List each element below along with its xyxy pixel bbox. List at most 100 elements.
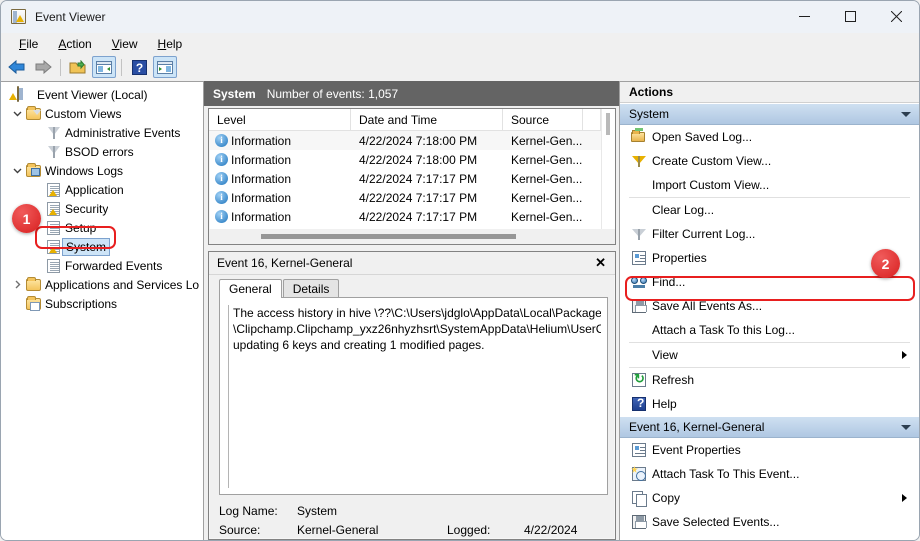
tree-label: Application: [65, 182, 124, 197]
action-attach-a-task-to-this-log[interactable]: Attach a Task To this Log...: [620, 318, 919, 342]
action-event-properties[interactable]: Event Properties: [620, 438, 919, 462]
actions-group-title: Event 16, Kernel-General: [629, 420, 765, 434]
list-header-count: Number of events: 1,057: [266, 86, 399, 101]
action-create-custom-view[interactable]: Create Custom View...: [620, 149, 919, 173]
action-open-saved-log[interactable]: Open Saved Log...: [620, 125, 919, 149]
column-header-date-and-time[interactable]: Date and Time: [351, 109, 503, 130]
tab-details[interactable]: Details: [282, 279, 340, 298]
source-label: Source:: [219, 522, 261, 537]
chevron-down-icon[interactable]: [9, 109, 25, 118]
table-row[interactable]: i Information 4/22/2024 7:17:17 PM Kerne…: [209, 188, 601, 207]
action-label: Open Saved Log...: [652, 130, 753, 144]
column-header-extra[interactable]: [583, 109, 601, 130]
information-icon: i: [215, 134, 228, 147]
action-filter-current-log[interactable]: Filter Current Log...: [620, 222, 919, 246]
tree-item-subscriptions[interactable]: Subscriptions: [1, 294, 203, 313]
logged-label: Logged:: [447, 522, 491, 537]
action-view[interactable]: View: [620, 343, 919, 367]
cell-source: Kernel-Gen...: [511, 152, 583, 167]
table-row[interactable]: i Information 4/22/2024 7:17:17 PM Kerne…: [209, 207, 601, 226]
triangle-up-icon[interactable]: [901, 111, 911, 117]
action-clear-log[interactable]: Clear Log...: [620, 198, 919, 222]
tree-item-application[interactable]: Application: [1, 180, 203, 199]
forward-icon[interactable]: [31, 56, 55, 78]
subscriptions-folder-icon: [25, 295, 42, 312]
action-import-custom-view[interactable]: Import Custom View...: [620, 173, 919, 197]
event-viewer-window: Event Viewer File Action View Help ? Eve…: [0, 0, 920, 541]
action-label: Import Custom View...: [652, 178, 770, 192]
events-horizontal-scrollbar[interactable]: [209, 229, 615, 244]
action-copy[interactable]: Copy: [620, 486, 919, 510]
save-icon: [628, 514, 650, 530]
column-header-level[interactable]: Level: [209, 109, 351, 130]
help-icon[interactable]: ?: [127, 56, 151, 78]
menu-file[interactable]: File: [9, 35, 48, 53]
show-action-pane-icon[interactable]: [153, 56, 177, 78]
open-saved-log-icon: [628, 128, 650, 145]
action-label: Copy: [652, 491, 681, 505]
menu-action-rest: ction: [66, 36, 92, 51]
tree-item-applications-and-services-logs[interactable]: Applications and Services Lo: [1, 275, 203, 294]
actions-group-title: System: [629, 107, 670, 121]
custom-views-folder-icon: [25, 105, 42, 122]
tree-item-administrative-events[interactable]: Administrative Events: [1, 123, 203, 142]
menu-help[interactable]: Help: [148, 35, 193, 53]
cell-level: i Information: [209, 134, 351, 148]
cell-level-text: Information: [231, 190, 292, 205]
tab-general[interactable]: General: [219, 279, 282, 298]
meta-row-log-name: Log Name: System: [219, 501, 615, 520]
chevron-right-icon[interactable]: [9, 280, 25, 289]
table-row[interactable]: i Information 4/22/2024 7:17:17 PM Kerne…: [209, 169, 601, 188]
menu-action[interactable]: Action: [48, 35, 101, 53]
triangle-up-icon[interactable]: [901, 424, 911, 430]
tree-item-forwarded-events[interactable]: Forwarded Events: [1, 256, 203, 275]
tree-item-event-viewer-local[interactable]: Event Viewer (Local): [1, 85, 203, 104]
tree-item-bsod-errors[interactable]: BSOD errors: [1, 142, 203, 161]
column-headers: Level Date and Time Source: [209, 109, 601, 131]
log-warning-icon: [45, 201, 62, 217]
action-save-selected-events[interactable]: Save Selected Events...: [620, 510, 919, 534]
column-header-source[interactable]: Source: [503, 109, 583, 130]
cell-datetime: 4/22/2024 7:18:00 PM: [359, 133, 478, 148]
event-details-title-bar: Event 16, Kernel-General ✕: [209, 252, 615, 275]
events-vertical-scrollbar[interactable]: [601, 109, 615, 229]
tree-item-custom-views[interactable]: Custom Views: [1, 104, 203, 123]
close-icon[interactable]: [873, 1, 919, 33]
action-help[interactable]: Help: [620, 392, 919, 416]
center-pane: System Number of events: 1,057 Level Dat…: [204, 81, 619, 540]
actions-group-header-event[interactable]: Event 16, Kernel-General: [620, 416, 919, 438]
scrollbar-thumb[interactable]: [606, 113, 610, 135]
filter-icon: [45, 144, 62, 160]
cell-level-text: Information: [231, 133, 292, 148]
filter-icon: [45, 125, 62, 141]
cell-level: i Information: [209, 191, 351, 205]
up-folder-icon[interactable]: [66, 56, 90, 78]
tree-label: Subscriptions: [45, 296, 118, 311]
chevron-down-icon[interactable]: [9, 166, 25, 175]
action-refresh[interactable]: Refresh: [620, 368, 919, 392]
annotation-badge-1: 1: [12, 204, 41, 233]
events-rows: i Information 4/22/2024 7:18:00 PM Kerne…: [209, 131, 601, 229]
tree-label: Security: [65, 201, 109, 216]
scrollbar-thumb[interactable]: [261, 234, 516, 239]
actions-group-header-system[interactable]: System: [620, 103, 919, 125]
tree-label: Applications and Services Lo: [45, 277, 200, 292]
action-label: Save Selected Events...: [652, 515, 780, 529]
tree-item-windows-logs[interactable]: Windows Logs: [1, 161, 203, 180]
log-name-value: System: [297, 503, 338, 518]
table-row[interactable]: i Information 4/22/2024 7:18:00 PM Kerne…: [209, 131, 601, 150]
maximize-icon[interactable]: [827, 1, 873, 33]
action-label: Attach Task To This Event...: [652, 467, 800, 481]
action-label: Event Properties: [652, 443, 741, 457]
menu-view[interactable]: View: [102, 35, 148, 53]
show-console-tree-icon[interactable]: [92, 56, 116, 78]
back-icon[interactable]: [5, 56, 29, 78]
toolbar-separator-2: [121, 58, 122, 76]
tree-label: Custom Views: [45, 106, 122, 121]
table-row[interactable]: i Information 4/22/2024 7:18:00 PM Kerne…: [209, 150, 601, 169]
submenu-arrow-icon: [902, 351, 907, 359]
minimize-icon[interactable]: [781, 1, 827, 33]
close-icon[interactable]: ✕: [592, 255, 609, 271]
filter-icon: [628, 226, 650, 242]
action-attach-task-to-this-event[interactable]: Attach Task To This Event...: [620, 462, 919, 486]
